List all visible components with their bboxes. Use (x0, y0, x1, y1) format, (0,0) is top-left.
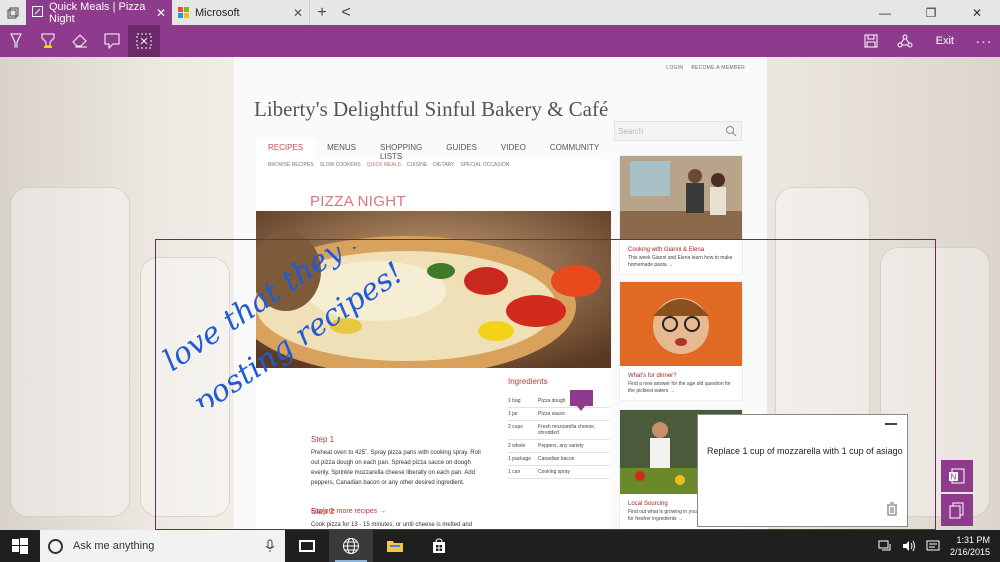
taskbar-clock[interactable]: 1:31 PM 2/16/2015 (950, 534, 994, 558)
note-text[interactable]: Replace 1 cup of mozzarella with 1 cup o… (707, 446, 903, 456)
become-member-link[interactable]: BECOME A MEMBER (691, 65, 745, 71)
subnav-slow-cookers[interactable]: SLOW COOKERS (320, 159, 361, 173)
close-window-button[interactable]: ✕ (954, 0, 1000, 25)
share-icon (897, 34, 913, 48)
restore-button[interactable]: ❐ (908, 0, 954, 25)
task-view-button[interactable] (285, 530, 329, 562)
taskbar-browser[interactable] (329, 530, 373, 562)
close-tab-icon[interactable]: ✕ (156, 6, 166, 20)
tab-preview-icon[interactable] (0, 0, 26, 25)
svg-text:N: N (951, 473, 957, 482)
nav-menus[interactable]: MENUS (315, 139, 368, 159)
tab-title: Quick Meals | Pizza Night (49, 0, 146, 25)
note-icon (104, 33, 120, 49)
microsoft-logo-icon (178, 7, 189, 18)
copy-icon (949, 502, 964, 519)
clock-time: 1:31 PM (956, 535, 990, 545)
nav-recipes[interactable]: RECIPES (256, 139, 316, 159)
nav-video[interactable]: VIDEO (489, 139, 538, 159)
subnav-special-occasion[interactable]: SPECIAL OCCASION (460, 159, 509, 173)
eraser-tool-button[interactable] (64, 25, 96, 57)
minimize-button[interactable]: — (862, 0, 908, 25)
tab-quick-meals[interactable]: Quick Meals | Pizza Night ✕ (26, 0, 172, 25)
subnav-quick-meals[interactable]: QUICK MEALS (367, 159, 401, 173)
subnav-browse-recipes[interactable]: BROWSE RECIPES (268, 159, 314, 173)
login-link[interactable]: LOGIN (666, 65, 683, 71)
site-title: Liberty's Delightful Sinful Bakery & Caf… (254, 97, 609, 121)
task-view-icon (299, 540, 315, 552)
cortana-search-box[interactable]: Ask me anything (40, 530, 285, 562)
onenote-button[interactable]: N (941, 460, 973, 492)
delete-note-icon[interactable] (886, 502, 898, 516)
ink-toolbar-right: Exit ··· (854, 25, 1000, 57)
web-note-toolbar: Exit ··· (0, 25, 1000, 57)
eraser-icon (72, 34, 87, 48)
clip-tool-button[interactable] (128, 25, 160, 57)
folder-icon (387, 541, 403, 552)
back-button[interactable]: < (334, 0, 358, 25)
highlighter-icon (41, 33, 55, 48)
windows-icon (12, 538, 28, 554)
subnav-dietary[interactable]: DIETARY (433, 159, 454, 173)
highlighter-tool-button[interactable] (32, 25, 64, 57)
onenote-icon: N (949, 468, 965, 484)
more-button[interactable]: ··· (968, 33, 1000, 49)
note-marker-icon[interactable] (570, 390, 593, 411)
taskbar: Ask me anything 1:31 PM 2/16/2015 (0, 530, 1000, 562)
tab-bar: Quick Meals | Pizza Night ✕ Microsoft ✕ … (0, 0, 1000, 25)
start-button[interactable] (0, 530, 40, 562)
system-tray: 1:31 PM 2/16/2015 (878, 530, 1000, 562)
nav-shopping-lists[interactable]: SHOPPING LISTS (368, 139, 434, 161)
copy-button[interactable] (941, 494, 973, 526)
network-icon[interactable] (878, 540, 892, 552)
nav-guides[interactable]: GUIDES (434, 139, 489, 159)
window-controls: — ❐ ✕ (862, 0, 1000, 25)
tab-title: Microsoft (195, 6, 240, 19)
tab-microsoft[interactable]: Microsoft ✕ (172, 0, 310, 25)
search-placeholder: Ask me anything (73, 540, 155, 552)
pen-tool-button[interactable] (0, 25, 32, 57)
web-content: LOGIN BECOME A MEMBER Liberty's Delightf… (0, 57, 1000, 530)
handwriting-annotation: love that they're posting recipes! (160, 247, 410, 407)
search-icon (726, 126, 737, 137)
site-search-input[interactable]: Search (614, 121, 742, 141)
main-nav: RECIPES MENUS SHOPPING LISTS GUIDES VIDE… (256, 139, 611, 161)
nav-community[interactable]: COMMUNITY (538, 139, 611, 159)
store-icon (433, 538, 445, 553)
taskbar-store[interactable] (417, 530, 461, 562)
clock-date: 2/16/2015 (949, 547, 990, 557)
action-center-icon[interactable] (926, 540, 940, 552)
search-placeholder: Search (618, 127, 644, 136)
volume-icon[interactable] (902, 540, 916, 552)
share-web-note-button[interactable] (888, 25, 922, 57)
microphone-icon (265, 539, 275, 552)
clip-icon (136, 33, 152, 49)
cortana-icon (48, 538, 63, 554)
pen-icon (10, 33, 22, 48)
cooking-class-photo (620, 156, 742, 240)
globe-icon (343, 538, 359, 554)
top-links: LOGIN BECOME A MEMBER (666, 65, 745, 71)
save-web-note-button[interactable] (854, 25, 888, 57)
exit-button[interactable]: Exit (922, 35, 968, 47)
save-icon (864, 34, 878, 48)
subnav-cuisine[interactable]: CUISINE (407, 159, 427, 173)
article-title: PIZZA NIGHT (310, 193, 406, 210)
add-note-button[interactable] (96, 25, 128, 57)
background-jar-image (10, 187, 130, 517)
close-tab-icon[interactable]: ✕ (293, 6, 303, 20)
ink-page-icon (32, 5, 43, 20)
web-note[interactable]: Replace 1 cup of mozzarella with 1 cup o… (697, 414, 908, 527)
sub-nav: BROWSE RECIPES SLOW COOKERS QUICK MEALS … (256, 159, 611, 173)
new-tab-button[interactable]: + (310, 0, 334, 25)
taskbar-file-explorer[interactable] (373, 530, 417, 562)
minimize-note-icon[interactable] (885, 423, 897, 425)
